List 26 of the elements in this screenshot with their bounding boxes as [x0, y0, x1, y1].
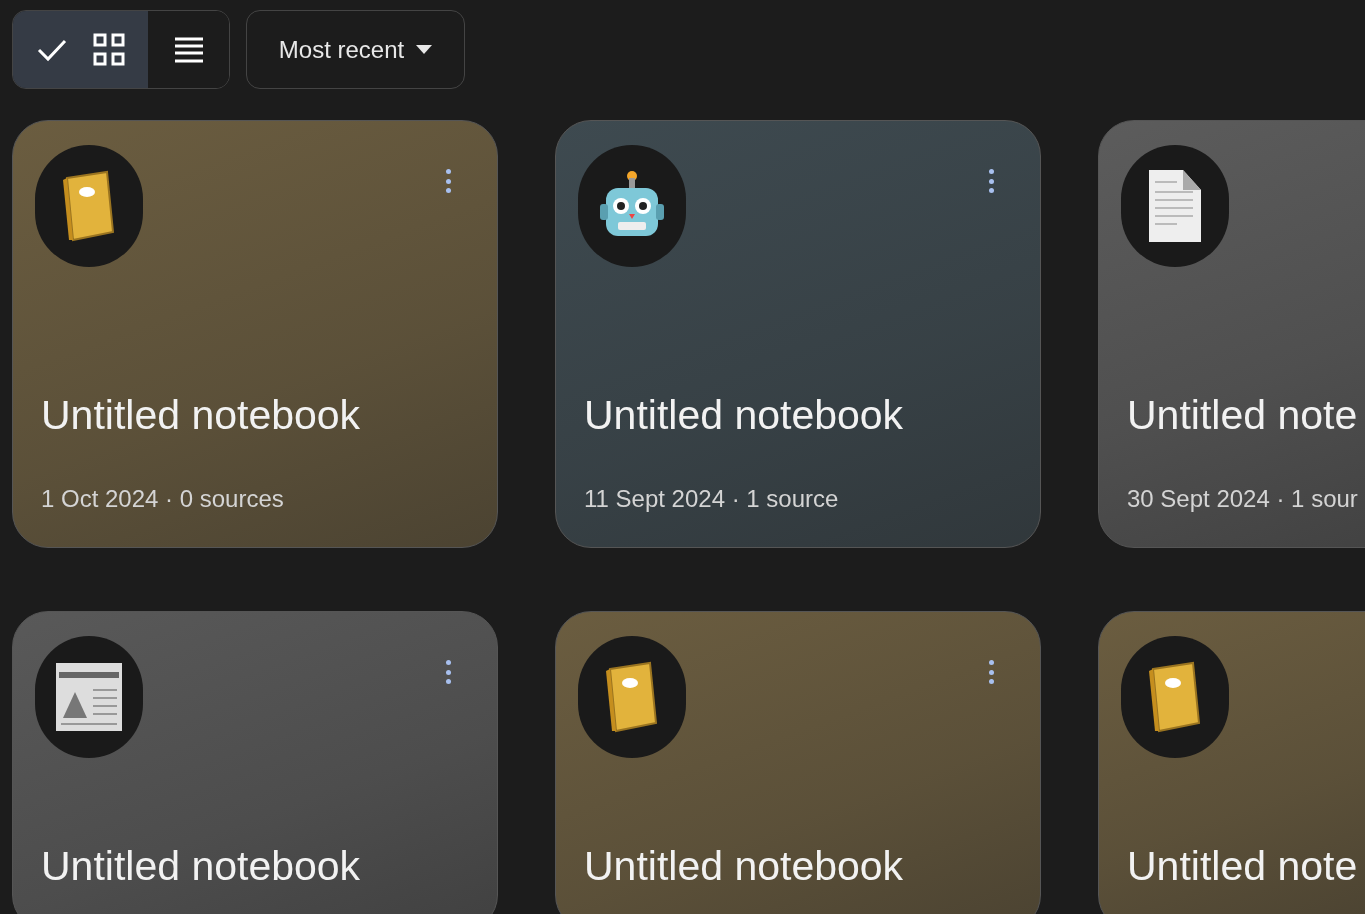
notebook-icon — [61, 170, 117, 242]
dropdown-caret-icon — [416, 45, 433, 54]
document-icon — [1147, 168, 1203, 244]
check-icon — [36, 37, 67, 62]
notebook-title: Untitled notebook — [584, 842, 904, 890]
notebook-card[interactable]: Untitled notebook — [555, 611, 1041, 914]
notebook-card[interactable]: Untitled notebook 1 Oct 2024 · 0 sources — [12, 120, 498, 548]
notebook-card[interactable]: Untitled note 30 Sept 2024 · 1 sour — [1098, 120, 1365, 548]
notebook-card[interactable]: Untitled notebook — [12, 611, 498, 914]
grid-view-icon — [92, 32, 125, 67]
notebook-card[interactable]: Untitled notebook 11 Sept 2024 · 1 source — [555, 120, 1041, 548]
notebook-icon — [604, 661, 660, 733]
notebook-card[interactable]: Untitled note — [1098, 611, 1365, 914]
sort-dropdown[interactable]: Most recent — [246, 10, 465, 89]
notebook-meta: 30 Sept 2024 · 1 sour — [1127, 484, 1358, 514]
notebook-title: Untitled notebook — [41, 842, 361, 890]
grid-view-button[interactable] — [13, 11, 148, 88]
notebook-icon — [1147, 661, 1203, 733]
notebook-title: Untitled note — [1127, 391, 1358, 439]
notebook-title: Untitled notebook — [584, 391, 904, 439]
notebook-meta: 11 Sept 2024 · 1 source — [584, 484, 839, 514]
notebook-meta: 1 Oct 2024 · 0 sources — [41, 484, 284, 514]
notebook-title: Untitled note — [1127, 842, 1358, 890]
newspaper-icon — [55, 662, 123, 732]
list-view-icon — [173, 35, 204, 64]
notebook-title: Untitled notebook — [41, 391, 361, 439]
